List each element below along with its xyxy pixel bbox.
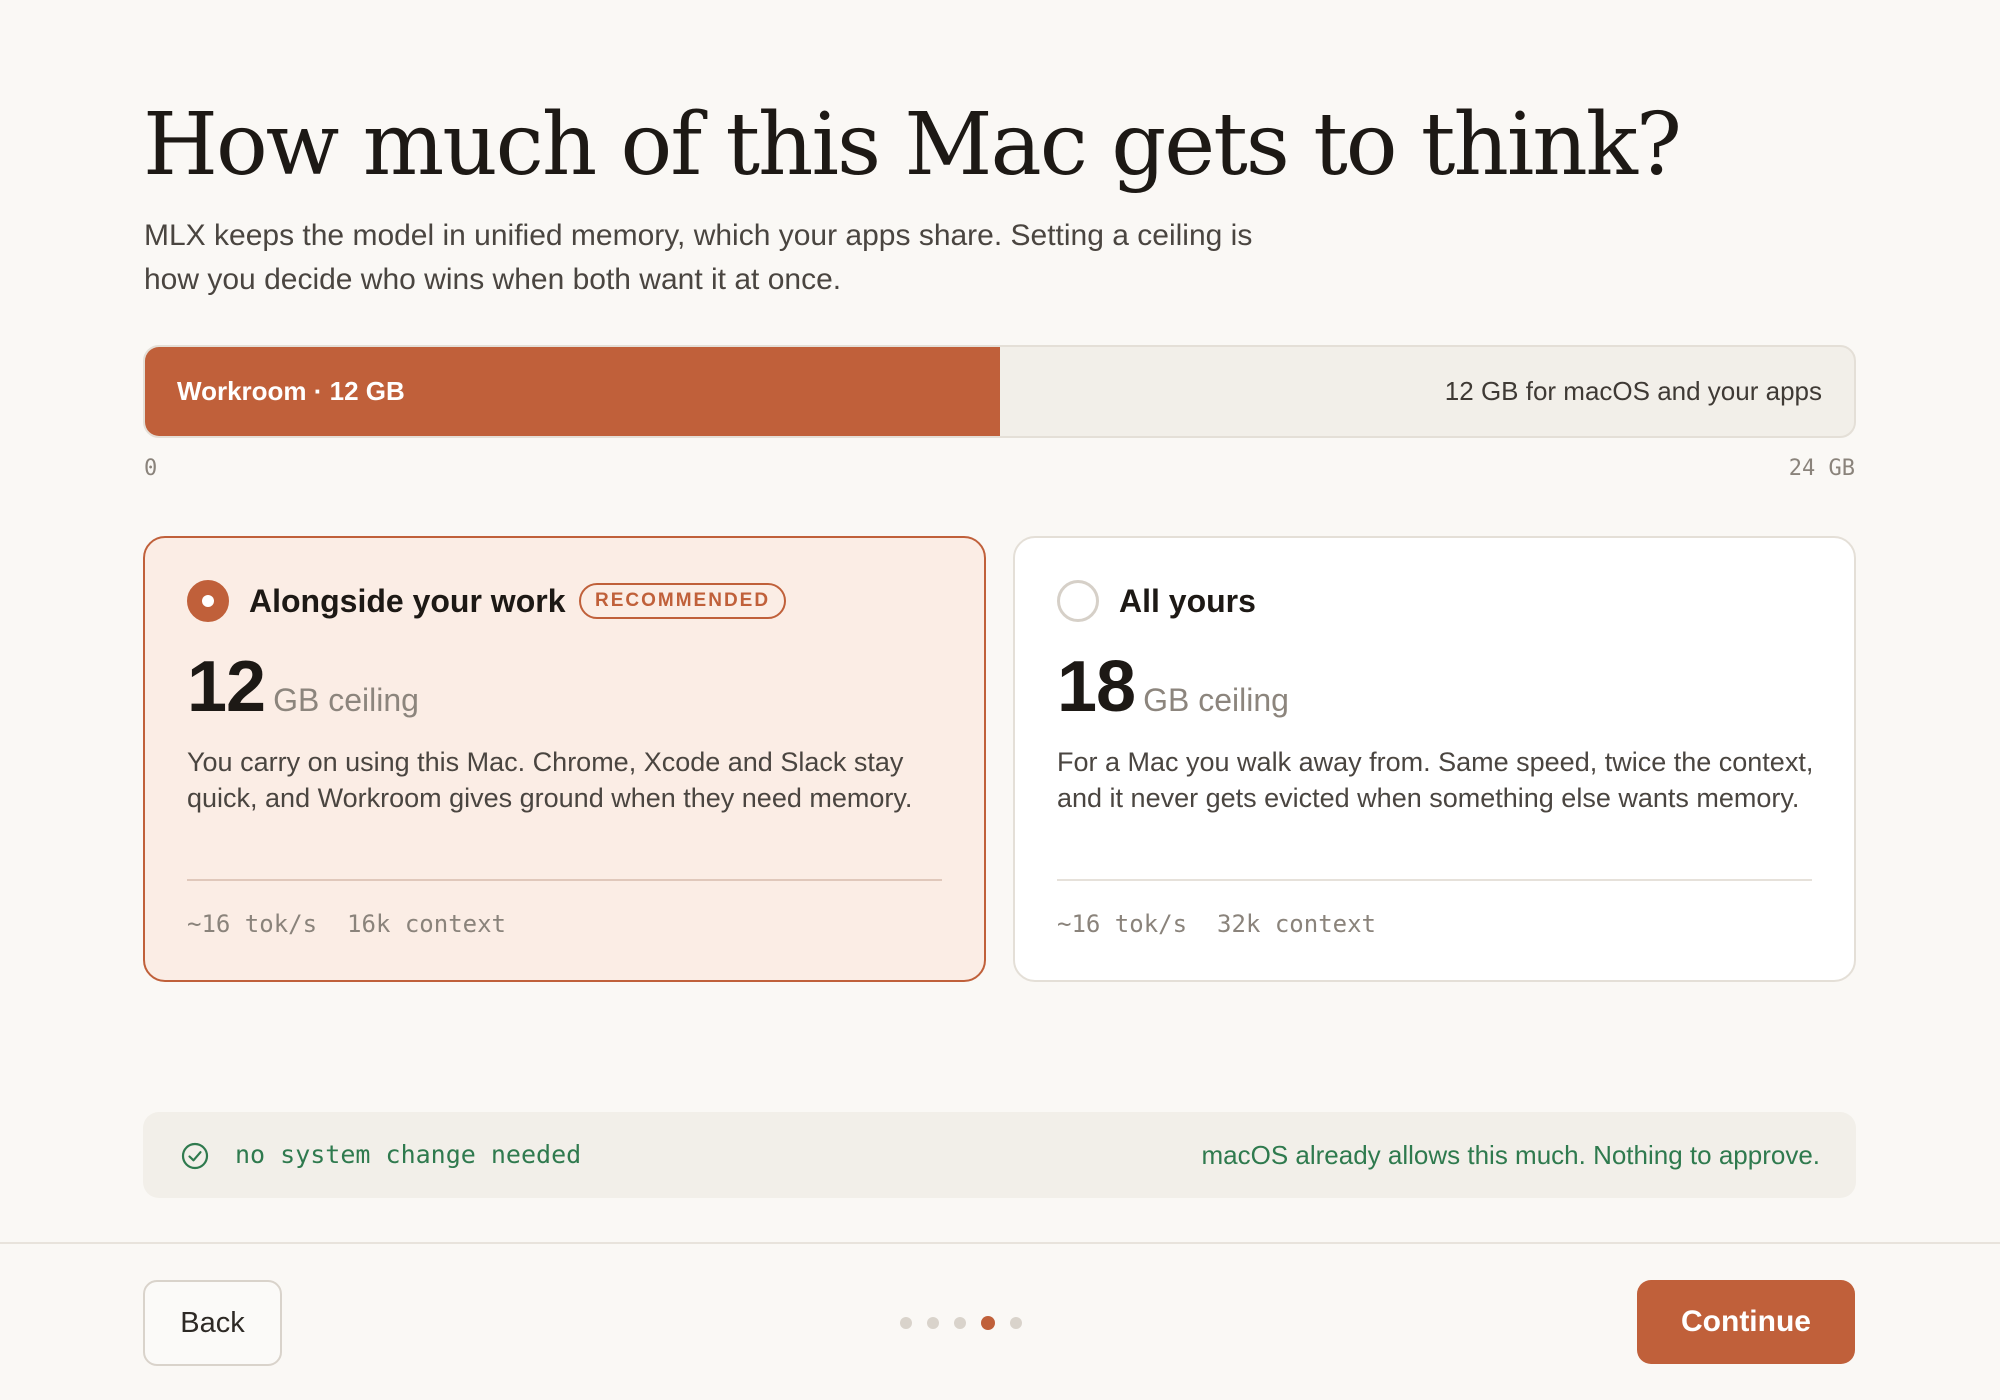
step-dot (954, 1317, 966, 1329)
option-stats: ~16 tok/s 16k context (187, 910, 506, 938)
speed-stat: ~16 tok/s (187, 910, 318, 938)
option-card-alongside[interactable]: Alongside your work RECOMMENDED 12 GB cei… (143, 536, 986, 982)
onboarding-memory-page: How much of this Mac gets to think? MLX … (0, 0, 2000, 1400)
memory-scale-min: 0 (144, 456, 158, 481)
system-notice: no system change needed macOS already al… (143, 1112, 1856, 1198)
footer-divider (0, 1242, 2000, 1244)
memory-allocation-bar: Workroom · 12 GB 12 GB for macOS and you… (143, 345, 1856, 438)
ceiling-unit: GB ceiling (273, 682, 419, 718)
memory-bar-fill-label: Workroom · 12 GB (177, 376, 405, 406)
step-dot (927, 1317, 939, 1329)
memory-scale-max: 24 GB (1788, 456, 1855, 481)
page-title: How much of this Mac gets to think? (143, 95, 1682, 195)
option-card-all-yours[interactable]: All yours 18 GB ceiling For a Mac you wal… (1013, 536, 1856, 982)
card-divider (1057, 879, 1812, 881)
recommended-badge: RECOMMENDED (579, 583, 787, 619)
page-subtitle: MLX keeps the model in unified memory, w… (144, 219, 1253, 296)
step-dot (1010, 1317, 1022, 1329)
option-stats: ~16 tok/s 32k context (1057, 910, 1376, 938)
radio-selected-icon[interactable] (187, 580, 229, 622)
speed-stat: ~16 tok/s (1057, 910, 1188, 938)
card-divider (187, 879, 942, 881)
context-stat: 32k context (1217, 910, 1376, 938)
memory-bar-fill: Workroom · 12 GB (145, 347, 1000, 436)
radio-unselected-icon[interactable] (1057, 580, 1099, 622)
check-circle-icon (181, 1142, 209, 1170)
notice-message: macOS already allows this much. Nothing … (1201, 1140, 1820, 1170)
ceiling-readout: 12 GB ceiling (187, 646, 419, 728)
back-button[interactable]: Back (143, 1280, 282, 1366)
step-indicator (900, 1316, 1022, 1330)
ceiling-value: 18 (1057, 647, 1136, 727)
ceiling-value: 12 (187, 647, 266, 727)
option-description: For a Mac you walk away from. Same speed… (1057, 747, 1814, 813)
ceiling-unit: GB ceiling (1143, 682, 1289, 718)
option-description: You carry on using this Mac. Chrome, Xco… (187, 747, 913, 813)
option-title: Alongside your work (249, 583, 566, 619)
ceiling-readout: 18 GB ceiling (1057, 646, 1289, 728)
notice-code: no system change needed (235, 1140, 582, 1169)
memory-bar-rest-label: 12 GB for macOS and your apps (1444, 376, 1822, 406)
step-dot-current (981, 1316, 995, 1330)
option-title: All yours (1119, 583, 1256, 619)
continue-button[interactable]: Continue (1637, 1280, 1855, 1364)
context-stat: 16k context (347, 910, 506, 938)
step-dot (900, 1317, 912, 1329)
